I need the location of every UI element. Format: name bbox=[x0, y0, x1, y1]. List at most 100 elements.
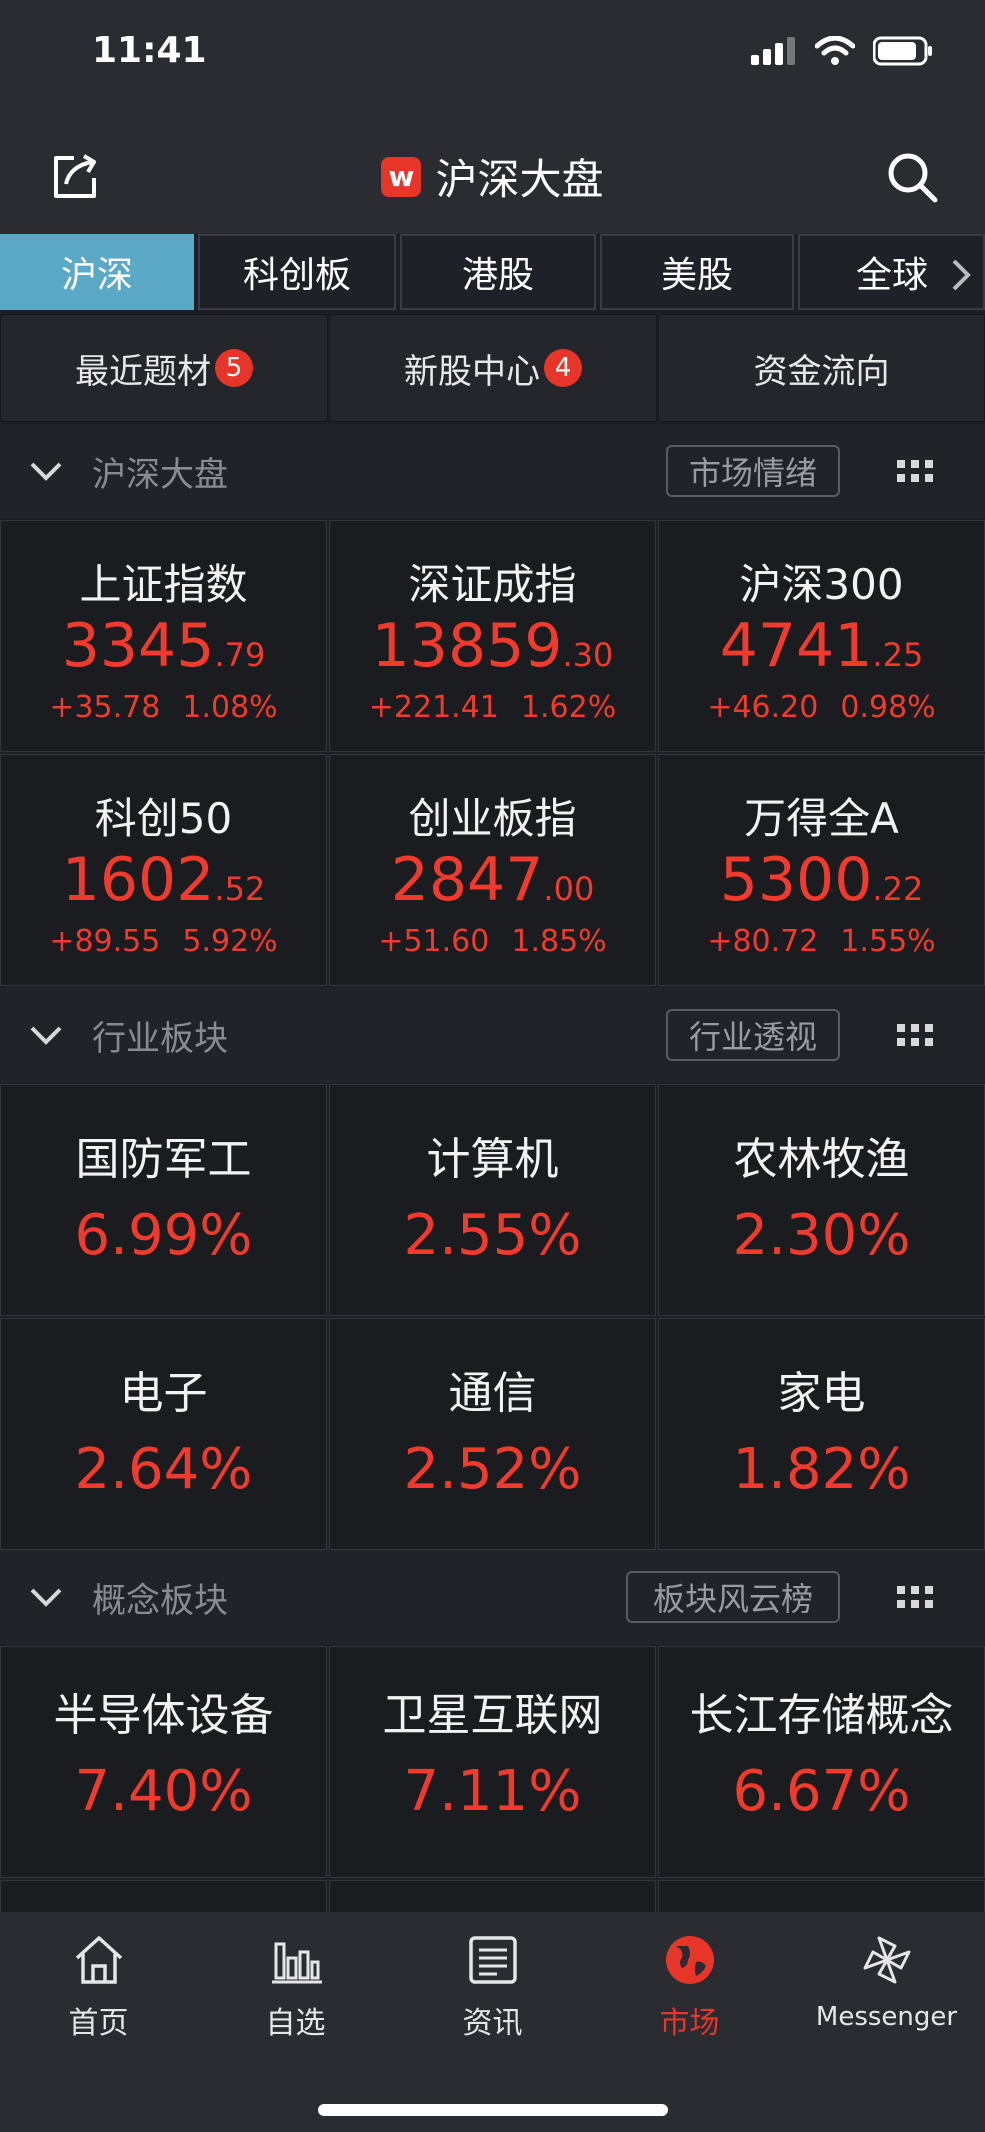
index-card[interactable]: 上证指数 3345.79 +35.78 1.08% bbox=[0, 520, 327, 752]
search-icon[interactable] bbox=[885, 150, 939, 204]
tab-global-label: 全球 bbox=[856, 255, 929, 296]
index-card[interactable]: 创业板指 2847.00 +51.60 1.85% bbox=[329, 754, 656, 986]
bottom-tab-news[interactable]: 资讯 bbox=[394, 1932, 591, 2042]
bottom-tab-messenger[interactable]: Messenger bbox=[788, 1932, 985, 2032]
sector-name: 家电 bbox=[777, 1368, 866, 1419]
status-time: 11:41 bbox=[92, 30, 207, 71]
status-icons bbox=[751, 36, 933, 66]
sector-pct: 2.30% bbox=[732, 1203, 911, 1268]
sector-pct: 1.82% bbox=[732, 1437, 911, 1502]
index-name: 万得全A bbox=[744, 794, 899, 843]
index-card[interactable]: 科创50 1602.52 +89.55 5.92% bbox=[0, 754, 327, 986]
index-card[interactable]: 沪深300 4741.25 +46.20 0.98% bbox=[658, 520, 985, 752]
sector-card[interactable]: 电子 2.64% bbox=[0, 1318, 327, 1550]
brand-logo: w bbox=[381, 156, 422, 197]
tab-global[interactable]: 全球 bbox=[798, 234, 985, 310]
grid-icon[interactable] bbox=[897, 1584, 933, 1610]
bottom-tab-label: 自选 bbox=[265, 2006, 326, 2041]
index-change: +35.78 1.08% bbox=[49, 690, 277, 725]
index-change-pct: 1.85% bbox=[511, 924, 607, 959]
index-change-value: +46.20 bbox=[707, 690, 819, 725]
sector-card[interactable]: 半导体设备 7.40% bbox=[0, 1646, 327, 1878]
sector-pct: 7.40% bbox=[74, 1759, 253, 1824]
sector-ranking-button[interactable]: 板块风云榜 bbox=[626, 1571, 840, 1623]
quick-link-capital-flow[interactable]: 资金流向 bbox=[658, 314, 985, 422]
market-sentiment-button[interactable]: 市场情绪 bbox=[666, 445, 840, 497]
index-change: +221.41 1.62% bbox=[369, 690, 616, 725]
sector-pct: 2.52% bbox=[403, 1437, 582, 1502]
sector-card[interactable]: 计算机 2.55% bbox=[329, 1084, 656, 1316]
index-value-dec: .79 bbox=[214, 636, 266, 674]
quick-link-label: 新股中心 bbox=[404, 351, 540, 392]
index-value-int: 4741 bbox=[719, 611, 873, 681]
bottom-tab-watchlist[interactable]: 自选 bbox=[197, 1932, 394, 2042]
industry-insight-button[interactable]: 行业透视 bbox=[666, 1009, 840, 1061]
index-value-int: 2847 bbox=[390, 845, 544, 915]
home-indicator bbox=[318, 2104, 668, 2116]
index-card[interactable]: 深证成指 13859.30 +221.41 1.62% bbox=[329, 520, 656, 752]
quick-link-topics[interactable]: 最近题材 5 bbox=[0, 314, 328, 422]
sector-pct: 6.67% bbox=[732, 1759, 911, 1824]
bottom-tab-home[interactable]: 首页 bbox=[0, 1932, 197, 2042]
tab-hk[interactable]: 港股 bbox=[400, 234, 596, 310]
section-header-concept[interactable]: 概念板块 板块风云榜 bbox=[0, 1550, 985, 1644]
sector-name: 计算机 bbox=[426, 1134, 559, 1185]
index-change: +51.60 1.85% bbox=[378, 924, 606, 959]
bottom-tab-label: 资讯 bbox=[462, 2006, 523, 2041]
grid-icon[interactable] bbox=[897, 458, 933, 484]
sector-name: 卫星互联网 bbox=[382, 1690, 603, 1741]
index-change-value: +221.41 bbox=[368, 690, 499, 725]
sector-card[interactable]: 长江存储概念 6.67% bbox=[658, 1646, 985, 1878]
index-value-dec: .00 bbox=[543, 870, 595, 908]
sector-card[interactable]: 卫星互联网 7.11% bbox=[329, 1646, 656, 1878]
tab-hushen[interactable]: 沪深 bbox=[0, 234, 194, 310]
quick-link-label: 最近题材 bbox=[75, 351, 211, 392]
chevron-down-icon[interactable] bbox=[28, 1584, 64, 1610]
chevron-down-icon[interactable] bbox=[28, 458, 64, 484]
grid-icon[interactable] bbox=[897, 1022, 933, 1048]
index-name: 上证指数 bbox=[79, 560, 248, 609]
status-bar: 11:41 bbox=[0, 0, 985, 110]
quick-links: 最近题材 5 新股中心 4 资金流向 bbox=[0, 314, 985, 424]
index-card[interactable]: 万得全A 5300.22 +80.72 1.55% bbox=[658, 754, 985, 986]
section-title: 概念板块 bbox=[92, 1580, 228, 1621]
index-name: 沪深300 bbox=[739, 560, 904, 609]
home-icon bbox=[75, 1936, 122, 1984]
index-name: 深证成指 bbox=[408, 560, 577, 609]
count-badge: 4 bbox=[544, 349, 582, 387]
index-change-pct: 1.55% bbox=[840, 924, 936, 959]
index-value-dec: .22 bbox=[872, 870, 924, 908]
index-value: 1602.52 bbox=[62, 850, 266, 910]
index-value: 4741.25 bbox=[720, 616, 924, 676]
sector-card[interactable]: 国防军工 6.99% bbox=[0, 1084, 327, 1316]
index-change: +80.72 1.55% bbox=[707, 924, 935, 959]
index-name: 创业板指 bbox=[408, 794, 577, 843]
quick-link-ipo[interactable]: 新股中心 4 bbox=[329, 314, 657, 422]
index-value: 5300.22 bbox=[720, 850, 924, 910]
section-title: 沪深大盘 bbox=[92, 454, 228, 495]
index-change: +46.20 0.98% bbox=[707, 690, 935, 725]
signal-icon bbox=[751, 37, 795, 65]
tab-us[interactable]: 美股 bbox=[600, 234, 794, 310]
news-icon bbox=[468, 1936, 517, 1984]
sector-card[interactable]: 家电 1.82% bbox=[658, 1318, 985, 1550]
index-change-value: +51.60 bbox=[378, 924, 490, 959]
chart-bars-icon bbox=[271, 1942, 322, 1984]
index-value: 3345.79 bbox=[62, 616, 266, 676]
market-tabs: 沪深 科创板 港股 美股 全球 bbox=[0, 234, 985, 312]
sector-name: 通信 bbox=[448, 1368, 537, 1419]
sector-card[interactable]: 通信 2.52% bbox=[329, 1318, 656, 1550]
bottom-tab-market[interactable]: 市场 bbox=[591, 1932, 788, 2042]
sector-name: 电子 bbox=[119, 1368, 208, 1419]
index-value-dec: .25 bbox=[872, 636, 924, 674]
tab-kechuang[interactable]: 科创板 bbox=[198, 234, 396, 310]
section-header-market[interactable]: 沪深大盘 市场情绪 bbox=[0, 424, 985, 518]
chevron-down-icon[interactable] bbox=[28, 1022, 64, 1048]
index-change-value: +89.55 bbox=[49, 924, 161, 959]
chevron-right-icon[interactable] bbox=[949, 258, 973, 292]
section-header-industry[interactable]: 行业板块 行业透视 bbox=[0, 988, 985, 1082]
globe-icon bbox=[665, 1936, 714, 1984]
sector-card[interactable]: 农林牧渔 2.30% bbox=[658, 1084, 985, 1316]
index-value-int: 13859 bbox=[371, 611, 563, 681]
section-title: 行业板块 bbox=[92, 1018, 228, 1059]
